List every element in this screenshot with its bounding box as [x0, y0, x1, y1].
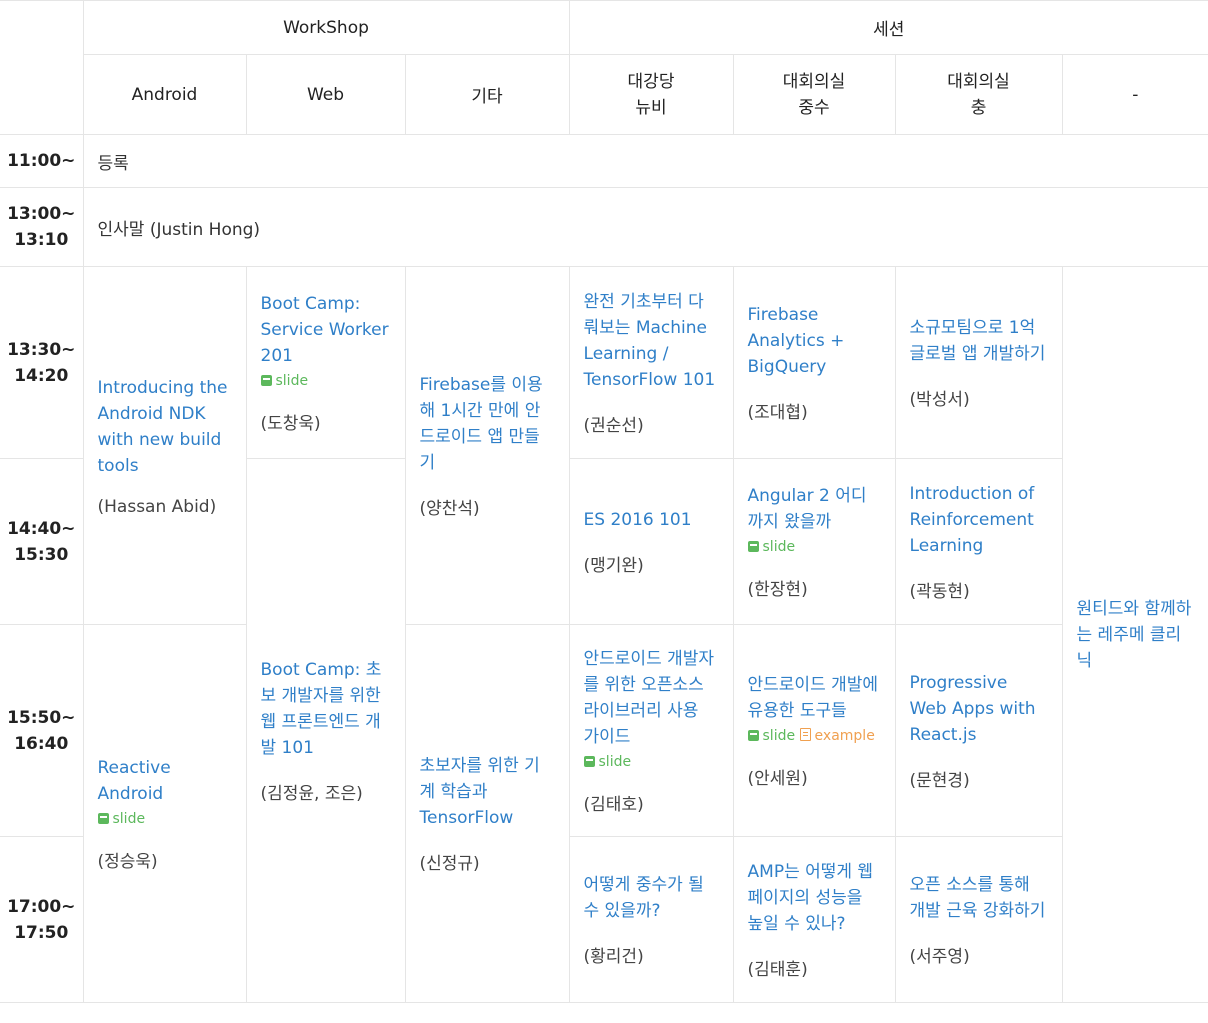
session-cell: AMP는 어떻게 웹 페이지의 성능을 높일 수 있나? (김태훈): [732, 836, 896, 1003]
slide-icon: [747, 730, 759, 741]
session-cell: Introduction of Reinforcement Learning (…: [894, 458, 1063, 625]
session-cell: Firebase Analytics + BigQuery (조대협): [732, 266, 896, 459]
session-title-link[interactable]: Progressive Web Apps with React.js: [910, 670, 1048, 748]
session-speaker: (김태호): [583, 795, 644, 815]
session-title-link[interactable]: Firebase Analytics + BigQuery: [748, 302, 881, 380]
session-speaker: (정승욱): [97, 852, 158, 872]
header-main-hall: 대강당 뉴비: [568, 54, 734, 135]
time-slot: 14:40~ 15:30: [0, 458, 84, 625]
registration-cell: 등록: [82, 134, 1208, 188]
session-title-link[interactable]: 완전 기초부터 다뤄보는 Machine Learning / TensorFl…: [584, 289, 719, 393]
session-cell: 완전 기초부터 다뤄보는 Machine Learning / TensorFl…: [568, 266, 734, 459]
corner-cell: [0, 0, 84, 135]
slide-icon: [747, 541, 759, 552]
slide-icon: [583, 756, 595, 767]
header-etc: 기타: [404, 54, 570, 135]
time-slot: 15:50~ 16:40: [0, 624, 84, 837]
header-web: Web: [245, 54, 406, 135]
session-speaker: (Hassan Abid): [97, 496, 217, 517]
session-cell: ES 2016 101 (맹기완): [568, 458, 734, 625]
slide-icon: [97, 813, 109, 824]
session-title-link[interactable]: Reactive Android: [98, 755, 232, 807]
session-title-link[interactable]: Introduction of Reinforcement Learning: [910, 481, 1048, 559]
session-cell: Boot Camp: Service Worker 201 slide (도창욱…: [245, 266, 406, 459]
session-speaker: (황리건): [583, 947, 644, 967]
slide-link[interactable]: slide: [747, 728, 795, 744]
session-title-link[interactable]: Introducing the Android NDK with new bui…: [98, 375, 232, 479]
header-workshop: WorkShop: [82, 0, 570, 55]
session-speaker: (문현경): [909, 771, 970, 791]
session-title-link[interactable]: AMP는 어떻게 웹 페이지의 성능을 높일 수 있나?: [748, 859, 881, 937]
header-conference-room-1: 대회의실 중수: [732, 54, 896, 135]
slide-link[interactable]: slide: [583, 754, 631, 770]
slide-link[interactable]: slide: [747, 539, 795, 555]
session-speaker: (안세원): [747, 769, 808, 789]
session-cell: 소규모팀으로 1억 글로벌 앱 개발하기 (박성서): [894, 266, 1063, 459]
slide-link[interactable]: slide: [260, 373, 308, 389]
session-speaker: (도창욱): [260, 414, 321, 434]
header-session: 세션: [568, 0, 1208, 55]
session-title-link[interactable]: ES 2016 101: [584, 507, 719, 533]
session-speaker: (김태훈): [747, 960, 808, 980]
slide-link[interactable]: slide: [97, 811, 145, 827]
greeting-cell: 인사말 (Justin Hong): [82, 187, 1208, 267]
document-icon: [799, 728, 811, 741]
session-speaker: (박성서): [909, 390, 970, 410]
session-speaker: (양찬석): [419, 499, 480, 519]
session-cell: 어떻게 중수가 될 수 있을까? (황리건): [568, 836, 734, 1003]
session-cell: Firebase를 이용해 1시간 만에 안드로이드 앱 만들기 (양찬석): [404, 266, 570, 625]
session-speaker: (신정규): [419, 854, 480, 874]
session-cell: Boot Camp: 초보 개발자를 위한 웹 프론트엔드 개발 101 (김정…: [245, 458, 406, 1003]
time-slot: 17:00~ 17:50: [0, 836, 84, 1003]
header-android: Android: [82, 54, 247, 135]
session-title-link[interactable]: Boot Camp: 초보 개발자를 위한 웹 프론트엔드 개발 101: [261, 657, 391, 761]
session-title-link[interactable]: 어떻게 중수가 될 수 있을까?: [584, 872, 719, 924]
time-slot: 13:30~ 14:20: [0, 266, 84, 459]
session-cell: 오픈 소스를 통해 개발 근육 강화하기 (서주영): [894, 836, 1063, 1003]
session-title-link[interactable]: 원티드와 함께하는 레주메 클리닉: [1077, 596, 1194, 674]
schedule-table: WorkShop 세션 Android Web 기타 대강당 뉴비 대회의실 중수 …: [0, 0, 1208, 1003]
example-link[interactable]: example: [799, 728, 875, 744]
slide-icon: [260, 375, 272, 386]
session-title-link[interactable]: 안드로이드 개발자를 위한 오픈소스 라이브러리 사용 가이드: [584, 646, 719, 750]
session-title-link[interactable]: 안드로이드 개발에 유용한 도구들: [748, 672, 881, 724]
session-speaker: (서주영): [909, 947, 970, 967]
session-title-link[interactable]: Firebase를 이용해 1시간 만에 안드로이드 앱 만들기: [420, 372, 555, 476]
session-cell: 안드로이드 개발자를 위한 오픈소스 라이브러리 사용 가이드 slide (김…: [568, 624, 734, 837]
time-slot: 11:00~: [0, 134, 84, 188]
session-title-link[interactable]: 오픈 소스를 통해 개발 근육 강화하기: [910, 872, 1048, 924]
session-speaker: (김정윤, 조은): [260, 784, 363, 804]
time-slot: 13:00~ 13:10: [0, 187, 84, 267]
session-cell: 안드로이드 개발에 유용한 도구들 slide example (안세원): [732, 624, 896, 837]
session-speaker: (조대협): [747, 403, 808, 423]
session-cell: 초보자를 위한 기계 학습과 TensorFlow (신정규): [404, 624, 570, 1003]
session-cell: 원티드와 함께하는 레주메 클리닉: [1061, 266, 1208, 1003]
session-title-link[interactable]: 소규모팀으로 1억 글로벌 앱 개발하기: [910, 315, 1048, 367]
session-cell: Introducing the Android NDK with new bui…: [82, 266, 247, 625]
session-speaker: (곽동현): [909, 582, 970, 602]
session-title-link[interactable]: Angular 2 어디까지 왔을까: [748, 483, 881, 535]
session-speaker: (맹기완): [583, 556, 644, 576]
session-cell: Reactive Android slide (정승욱): [82, 624, 247, 1003]
session-title-link[interactable]: 초보자를 위한 기계 학습과 TensorFlow: [420, 753, 555, 831]
session-cell: Angular 2 어디까지 왔을까 slide (한장현): [732, 458, 896, 625]
session-cell: Progressive Web Apps with React.js (문현경): [894, 624, 1063, 837]
session-speaker: (한장현): [747, 580, 808, 600]
session-title-link[interactable]: Boot Camp: Service Worker 201: [261, 291, 391, 369]
header-dash: -: [1061, 54, 1208, 135]
header-conference-room-2: 대회의실 충: [894, 54, 1063, 135]
session-speaker: (권순선): [583, 416, 644, 436]
